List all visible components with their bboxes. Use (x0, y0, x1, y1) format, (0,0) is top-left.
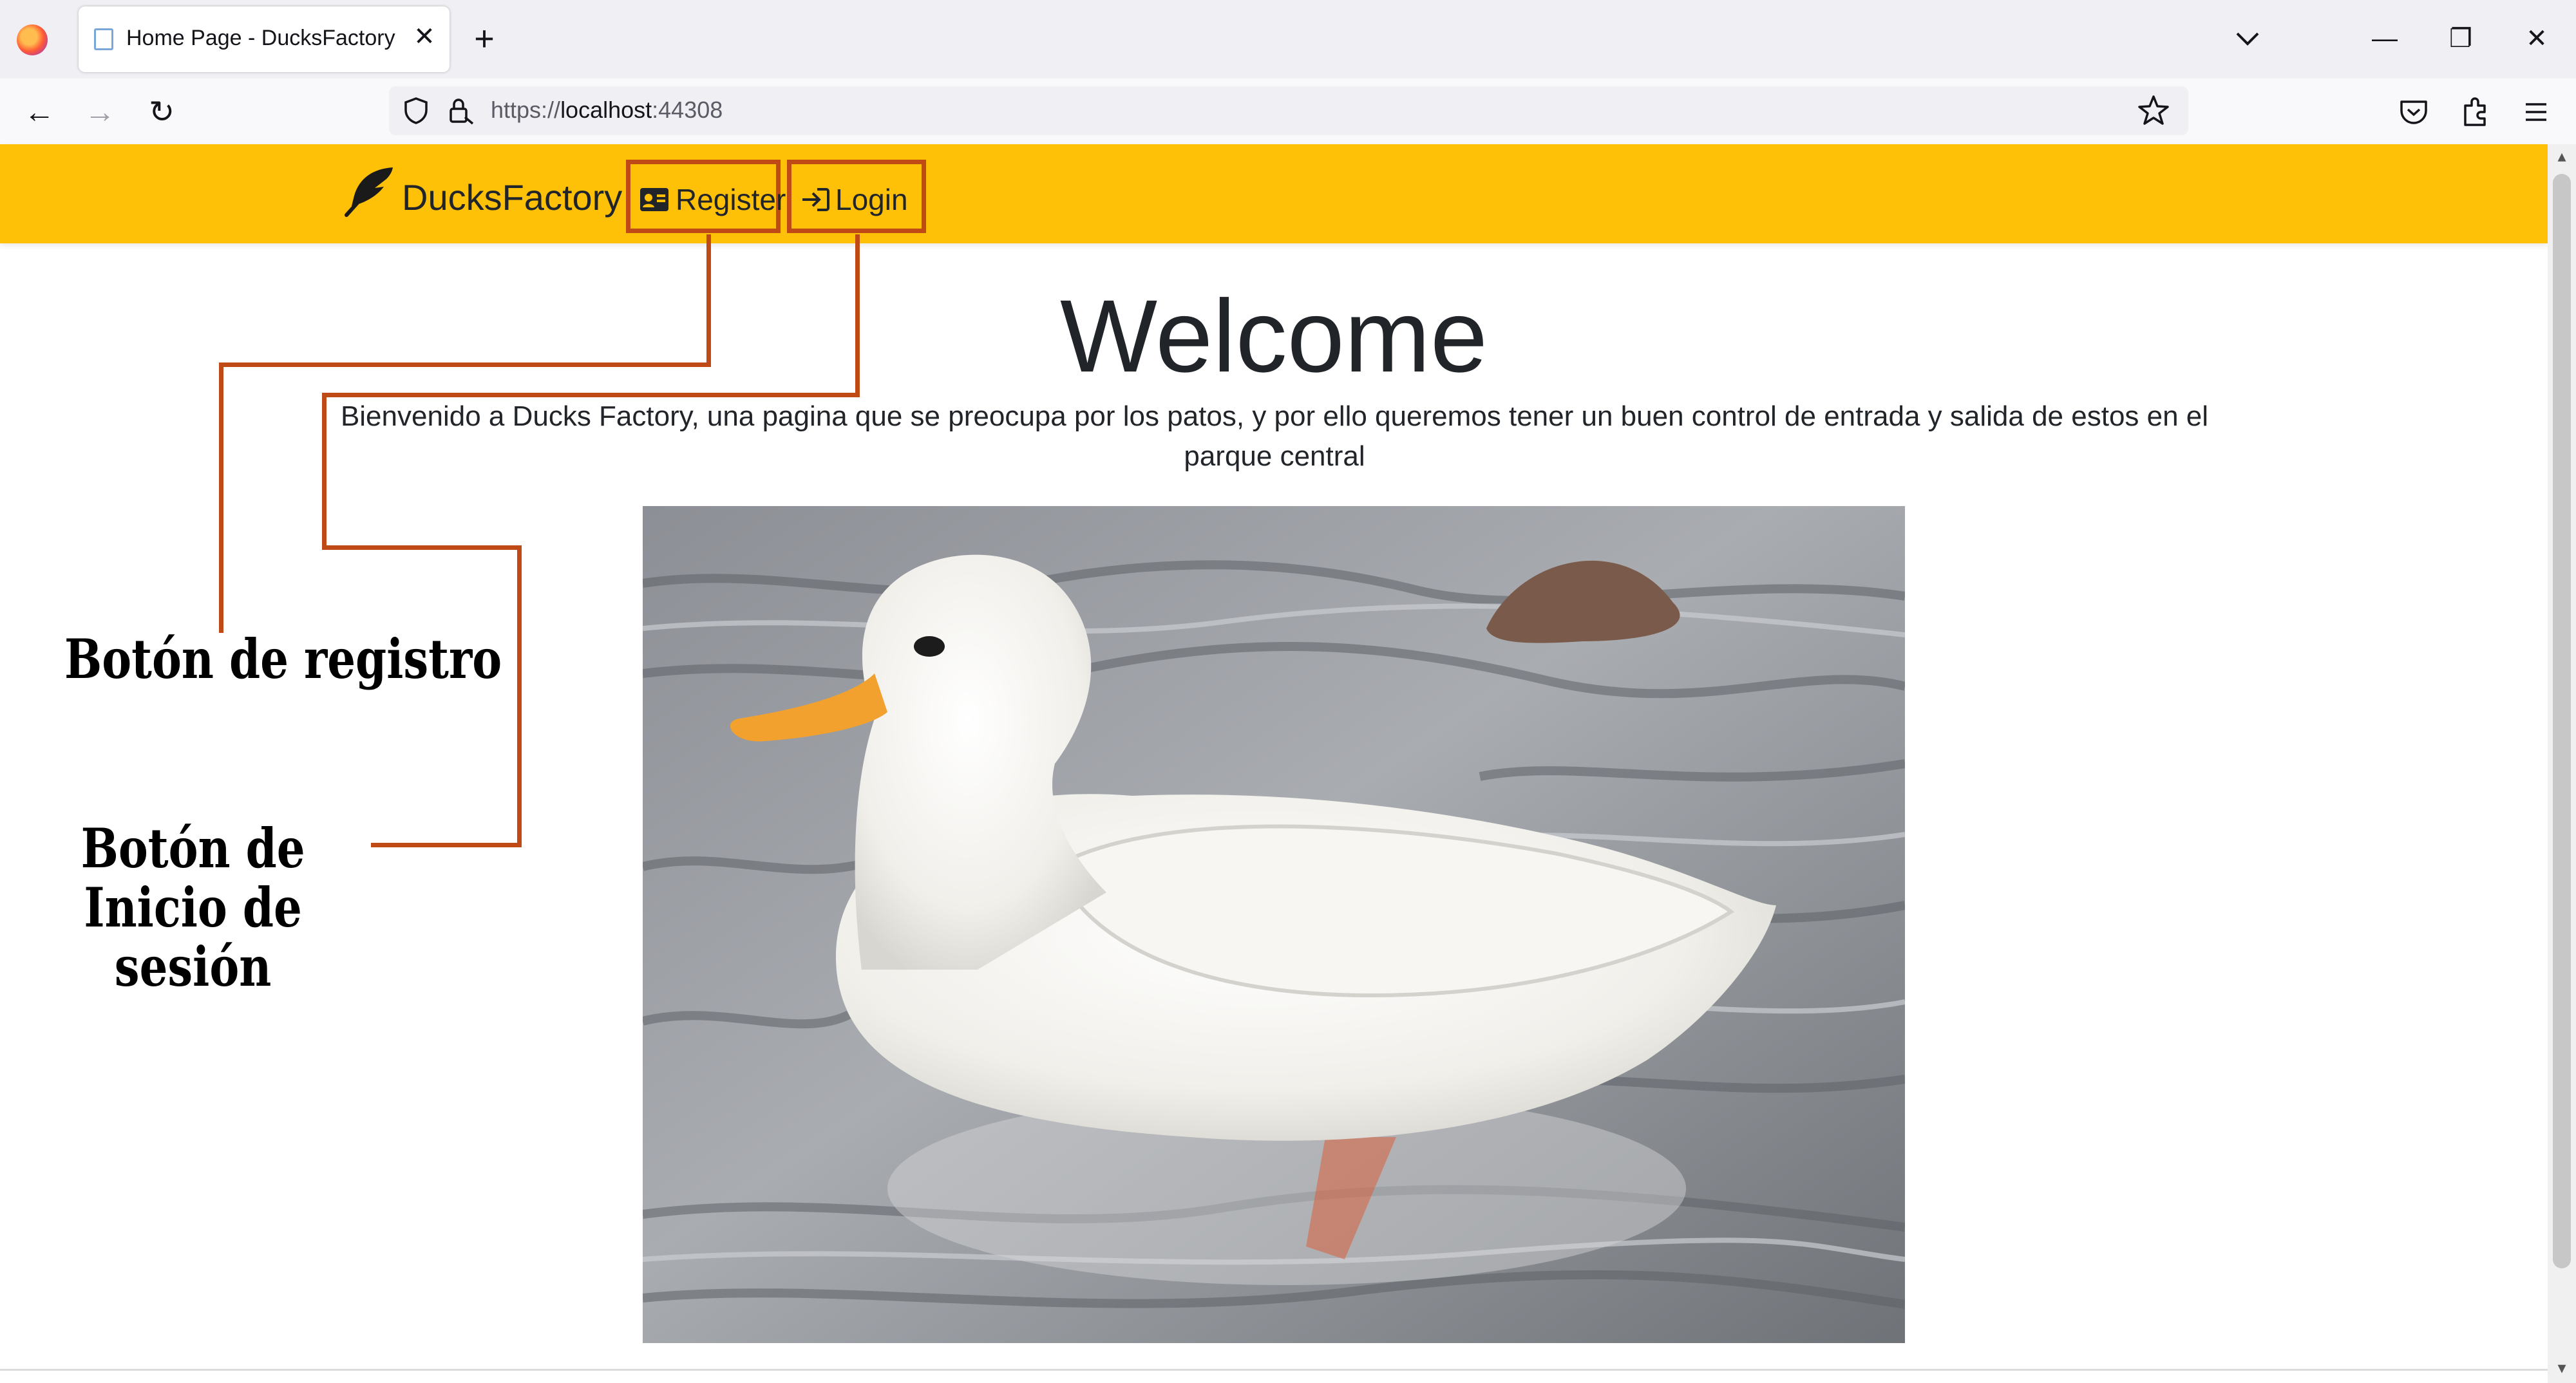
page-title: Welcome (1060, 278, 1488, 393)
star-icon[interactable] (2136, 93, 2172, 129)
reload-icon[interactable]: ↻ (143, 94, 180, 131)
brand-name[interactable]: DucksFactory (402, 176, 622, 218)
forward-arrow-icon[interactable]: → (81, 94, 118, 131)
register-callout-line (219, 362, 223, 633)
register-callout-line (706, 234, 711, 367)
welcome-description: Bienvenido a Ducks Factory, una pagina q… (340, 400, 2209, 472)
url-bar[interactable]: https://localhost:44308 (389, 86, 2188, 135)
shield-icon[interactable] (401, 95, 431, 126)
scrollbar-thumb[interactable] (2553, 174, 2571, 1268)
browser-tab-bar: Home Page - DucksFactory ✕ + — ❐ ✕ (0, 0, 2576, 79)
duck-image (643, 506, 1905, 1343)
minimize-icon[interactable]: — (2362, 18, 2407, 59)
login-link[interactable]: Login (787, 160, 926, 233)
page-favicon-icon (94, 28, 113, 50)
back-arrow-icon[interactable]: ← (21, 94, 58, 131)
page-bottom-divider (0, 1369, 2548, 1371)
restore-icon[interactable]: ❐ (2438, 18, 2483, 59)
site-navbar: DucksFactory Register Login (0, 144, 2548, 243)
login-label: Login (835, 183, 908, 216)
new-tab-button[interactable]: + (465, 19, 504, 58)
page-scrollbar[interactable]: ▴ ▾ (2548, 144, 2576, 1383)
login-callout-line (322, 393, 327, 550)
firefox-logo-icon[interactable] (17, 24, 48, 55)
id-card-icon (640, 188, 668, 211)
pocket-icon[interactable] (2396, 94, 2432, 130)
extensions-icon[interactable] (2458, 94, 2494, 130)
browser-toolbar: ← → ↻ https://localhost:44308 (0, 79, 2576, 146)
register-link[interactable]: Register (626, 160, 786, 233)
tab-title: Home Page - DucksFactory (126, 26, 395, 50)
login-callout-line (322, 393, 860, 397)
login-callout-line (855, 234, 860, 397)
hamburger-menu-icon[interactable] (2518, 94, 2554, 130)
url-text[interactable]: https://localhost:44308 (491, 97, 723, 124)
browser-tab[interactable]: Home Page - DucksFactory ✕ (79, 6, 450, 72)
scroll-up-icon[interactable]: ▴ (2553, 147, 2571, 165)
sign-in-icon (802, 188, 829, 211)
register-callout-line (219, 362, 711, 367)
scroll-down-icon[interactable]: ▾ (2553, 1359, 2571, 1377)
login-callout-line (371, 843, 522, 847)
register-annotation: Botón de registro (64, 627, 502, 691)
chevron-down-icon[interactable] (2228, 19, 2267, 58)
login-callout-line (322, 545, 522, 550)
window-close-icon[interactable]: ✕ (2514, 18, 2559, 59)
lock-icon[interactable] (444, 95, 475, 126)
register-label: Register (676, 183, 786, 216)
login-callout-line (517, 545, 522, 847)
login-annotation: Botón de Inicio de sesión (80, 816, 305, 999)
feather-icon[interactable] (341, 164, 397, 219)
close-icon[interactable]: ✕ (408, 21, 440, 53)
